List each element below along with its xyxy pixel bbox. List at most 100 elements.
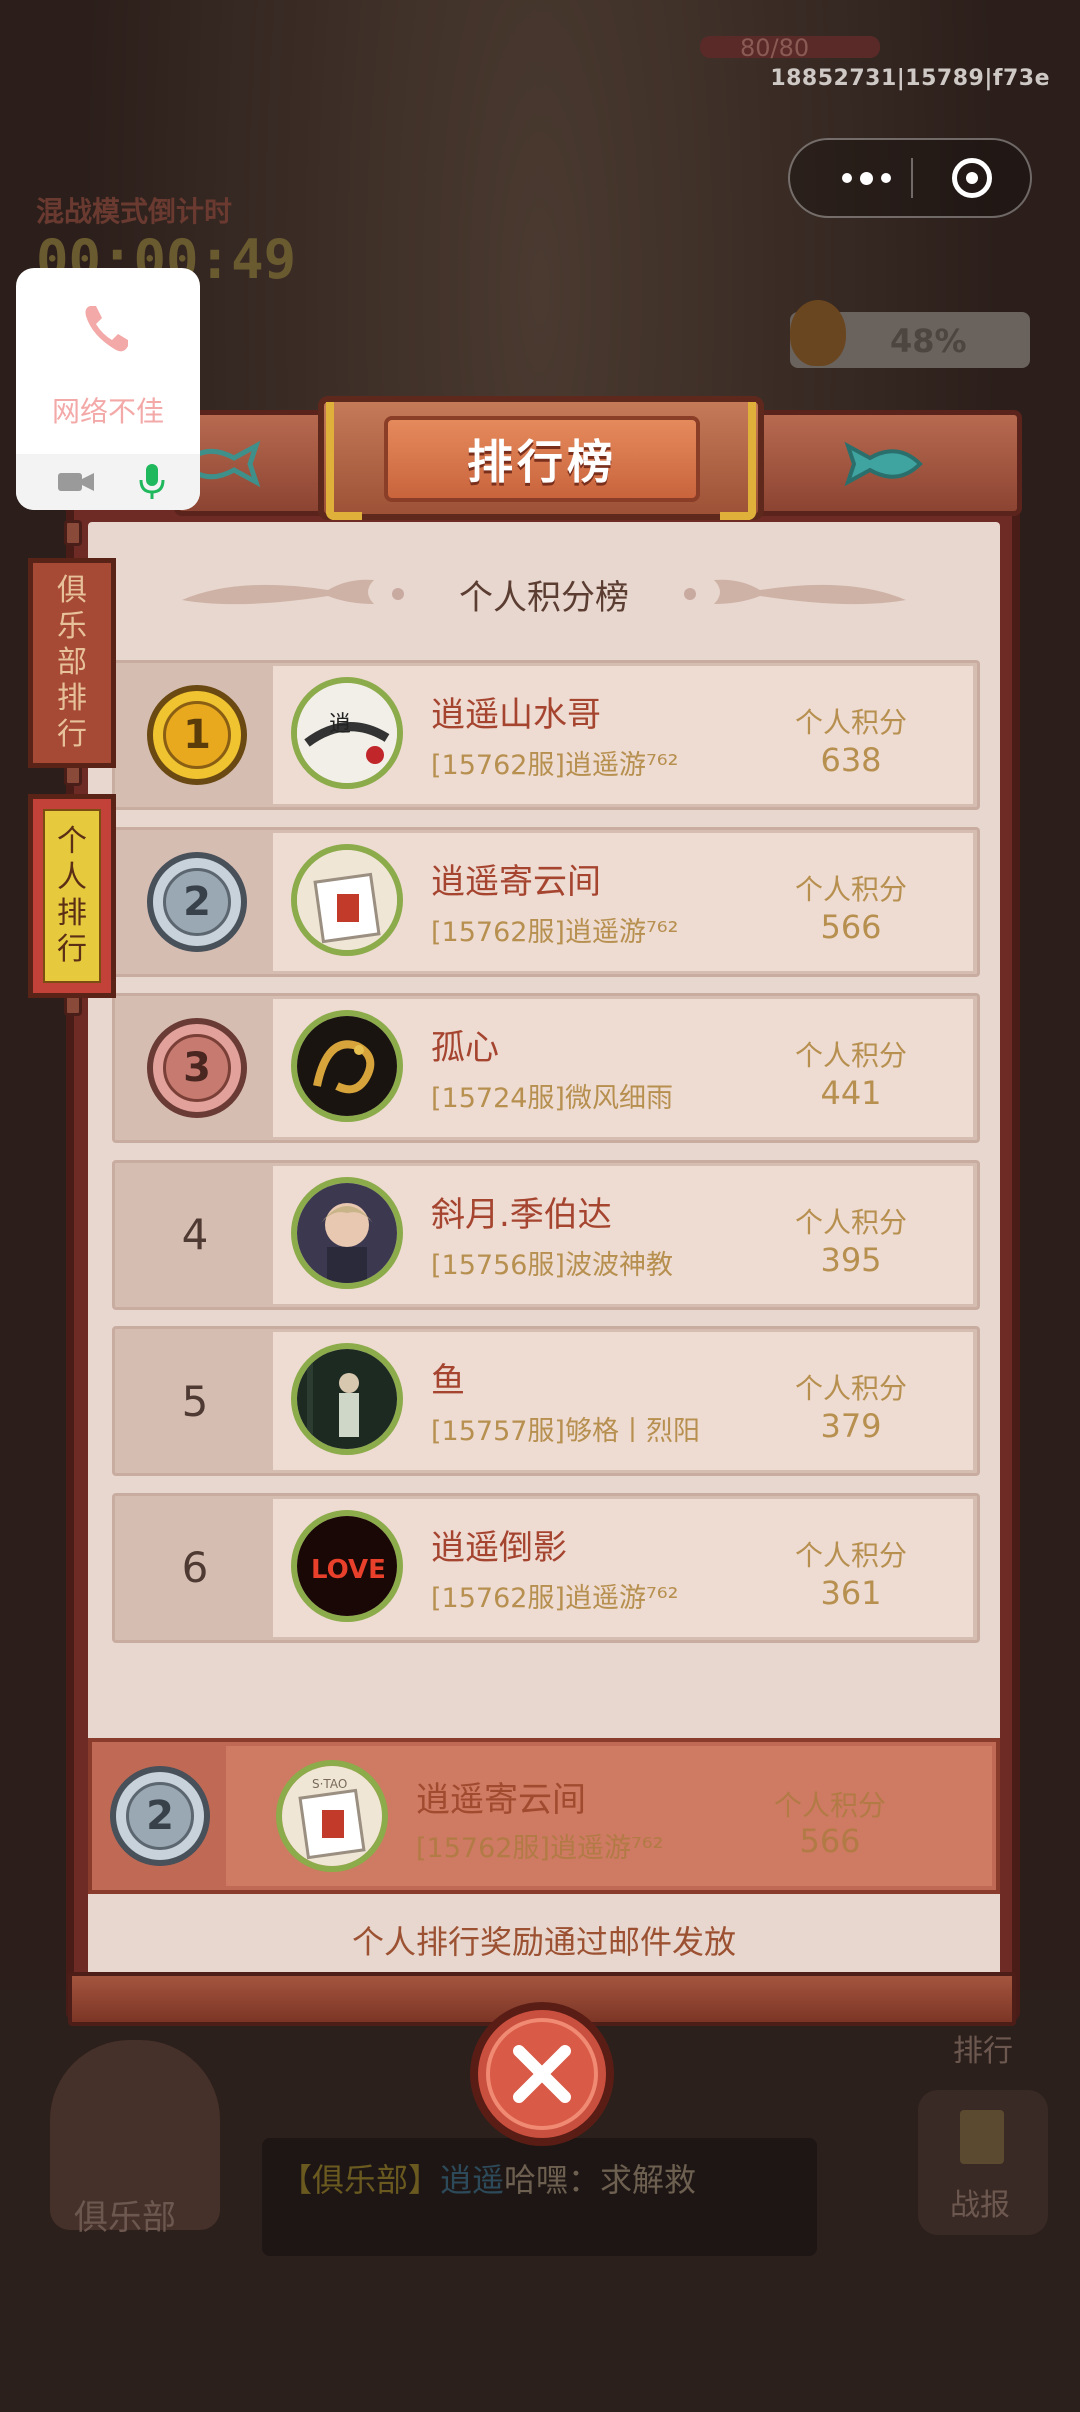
exit-miniprogram-button[interactable] [952,158,992,198]
ranking-row[interactable]: 1 逍 逍遥山水哥 [15762服]逍遥游⁷⁶² 个人积分 638 [112,660,980,810]
player-avatar[interactable]: 逍 [291,677,403,789]
svg-text:S·TAO: S·TAO [312,1777,347,1791]
dot-decoration [684,588,696,600]
battle-report-label: 战报 [950,2188,1010,2223]
ranking-list[interactable]: 1 逍逍遥山水哥 [15762服]逍遥游⁷⁶² 个人积分 638 2 逍遥寄云间 [15762… [112,660,980,1872]
leaderboard-title: 排行榜 [384,416,700,502]
player-avatar[interactable]: LOVE [291,1509,403,1622]
tab-label-char: 部 [57,645,87,680]
svg-text:LOVE: LOVE [311,1555,386,1585]
my-rank-number: 2 [126,1782,194,1850]
player-server: [15762服]逍遥游⁷⁶² [431,916,679,948]
miniprogram-capsule [788,138,1032,218]
svg-text:逍: 逍 [329,712,351,737]
score-value: 395 [820,1240,882,1279]
gold-hook-decoration [326,402,362,520]
side-rank-label: 排行 [953,2034,1013,2069]
silver-medal-icon: 2 [110,1766,210,1866]
ranking-row[interactable]: 3 孤心 [15724服]微风细雨 个人积分 441 [112,993,980,1143]
score-label: 个人积分 [794,1205,907,1239]
score-value: 361 [820,1573,882,1612]
ranking-row[interactable]: 5 鱼 [15757服]够格丨烈阳 个人积分 379 [112,1326,980,1476]
tab-club-ranking[interactable]: 俱乐部排行 [28,558,116,768]
more-button[interactable] [828,140,904,216]
score-value: 638 [820,741,882,779]
chat-bubble[interactable]: 【俱乐部】逍遥哈嘿：求解救 [262,2138,817,2256]
tab-label-char: 排 [57,896,87,931]
ranking-row[interactable]: 4 斜月.季伯达 [15756服]波波神教 个人积分 395 [112,1159,980,1310]
build-id: 18852731|15789|f73e [770,66,1050,91]
tab-personal-ranking[interactable]: 个人排行 [28,794,116,998]
player-name: 孤心 [431,1028,499,1068]
bronze-medal-icon: 3 [147,1018,247,1118]
gold-medal-icon: 1 [147,685,247,785]
chat-nick: 逍遥 [440,2161,505,2199]
player-server: [15762服]逍遥游⁷⁶² [431,1582,679,1614]
voip-controls [16,454,200,510]
phone-icon [85,306,128,352]
my-player-server: [15762服]逍遥游⁷⁶² [416,1833,664,1864]
tab-label-char: 俱 [57,573,87,608]
ranking-row[interactable]: 6 LOVE 逍遥倒影 [15762服]逍遥游⁷⁶² 个人积分 361 [112,1492,980,1643]
score-label: 个人积分 [794,1039,907,1072]
voip-float-window[interactable]: 网络不佳 [16,268,200,510]
leaderboard-subtitle: 个人积分榜 [459,577,629,618]
player-server: [15756服]波波神教 [431,1249,673,1281]
score-value: 566 [820,907,882,946]
progress-text: 48% [890,322,967,360]
reward-note: 个人排行奖励通过邮件发放 [88,1900,1000,1980]
score-label: 个人积分 [794,872,907,906]
player-avatar[interactable] [291,1176,403,1289]
flame-icon [790,300,846,366]
my-rank-row: 2 S·TAO 逍遥寄云间 [15762服]逍遥游⁷⁶² 个人积分 566 [88,1738,1000,1894]
my-score-label: 个人积分 [773,1789,886,1822]
tab-label-char: 人 [57,860,87,895]
player-server: [15724服]微风细雨 [431,1083,673,1114]
microphone-icon[interactable] [138,464,166,500]
score-value: 441 [820,1074,882,1112]
tab-label-char: 乐 [57,609,87,644]
chat-channel: 【俱乐部】 [280,2161,441,2199]
score-label: 个人积分 [794,706,907,739]
rank-number: 2 [163,867,231,936]
tab-personal-ranking-label: 个人排行 [43,809,101,983]
close-icon [486,2018,598,2130]
player-server: [15762服]逍遥游⁷⁶² [431,750,679,781]
tab-label-char: 行 [57,932,87,967]
player-name: 逍遥山水哥 [431,695,601,735]
tab-label-char: 行 [57,717,87,752]
gold-hook-decoration [720,402,756,520]
my-score-value: 566 [799,1822,861,1860]
rank-number: 1 [163,701,231,769]
tab-label-char: 个 [57,824,87,859]
player-name: 鱼 [431,1361,465,1401]
tab-label-char: 排 [57,681,87,716]
video-camera-icon[interactable] [58,470,94,494]
chat-text: 哈嘿：求解救 [504,2161,697,2199]
player-server: [15757服]够格丨烈阳 [431,1416,700,1447]
score-label: 个人积分 [794,1538,907,1572]
player-name: 逍遥寄云间 [431,861,601,902]
ranking-row[interactable]: 2 逍遥寄云间 [15762服]逍遥游⁷⁶² 个人积分 566 [112,826,980,977]
clipboard-icon [960,2110,1004,2164]
score-value: 379 [820,1407,882,1445]
silver-medal-icon: 2 [147,851,247,952]
capsule-divider [911,158,913,198]
rank-number: 4 [181,1210,209,1259]
rank-number: 3 [163,1034,231,1102]
player-name: 斜月.季伯达 [431,1194,612,1235]
player-avatar[interactable] [291,1343,403,1455]
fish-decoration-icon [714,579,906,605]
tab-knob [64,520,82,546]
hp-text: 80/80 [740,34,810,62]
player-avatar[interactable] [291,843,403,956]
close-button[interactable] [470,2002,614,2146]
score-label: 个人积分 [794,1372,907,1405]
tab-club-ranking-label: 俱乐部排行 [43,573,101,753]
my-avatar: S·TAO [276,1760,388,1872]
rank-number: 6 [181,1543,209,1592]
fish-icon [844,441,923,487]
my-player-name: 逍遥寄云间 [416,1780,586,1820]
player-avatar[interactable] [291,1010,403,1122]
player-name: 逍遥倒影 [431,1527,567,1568]
